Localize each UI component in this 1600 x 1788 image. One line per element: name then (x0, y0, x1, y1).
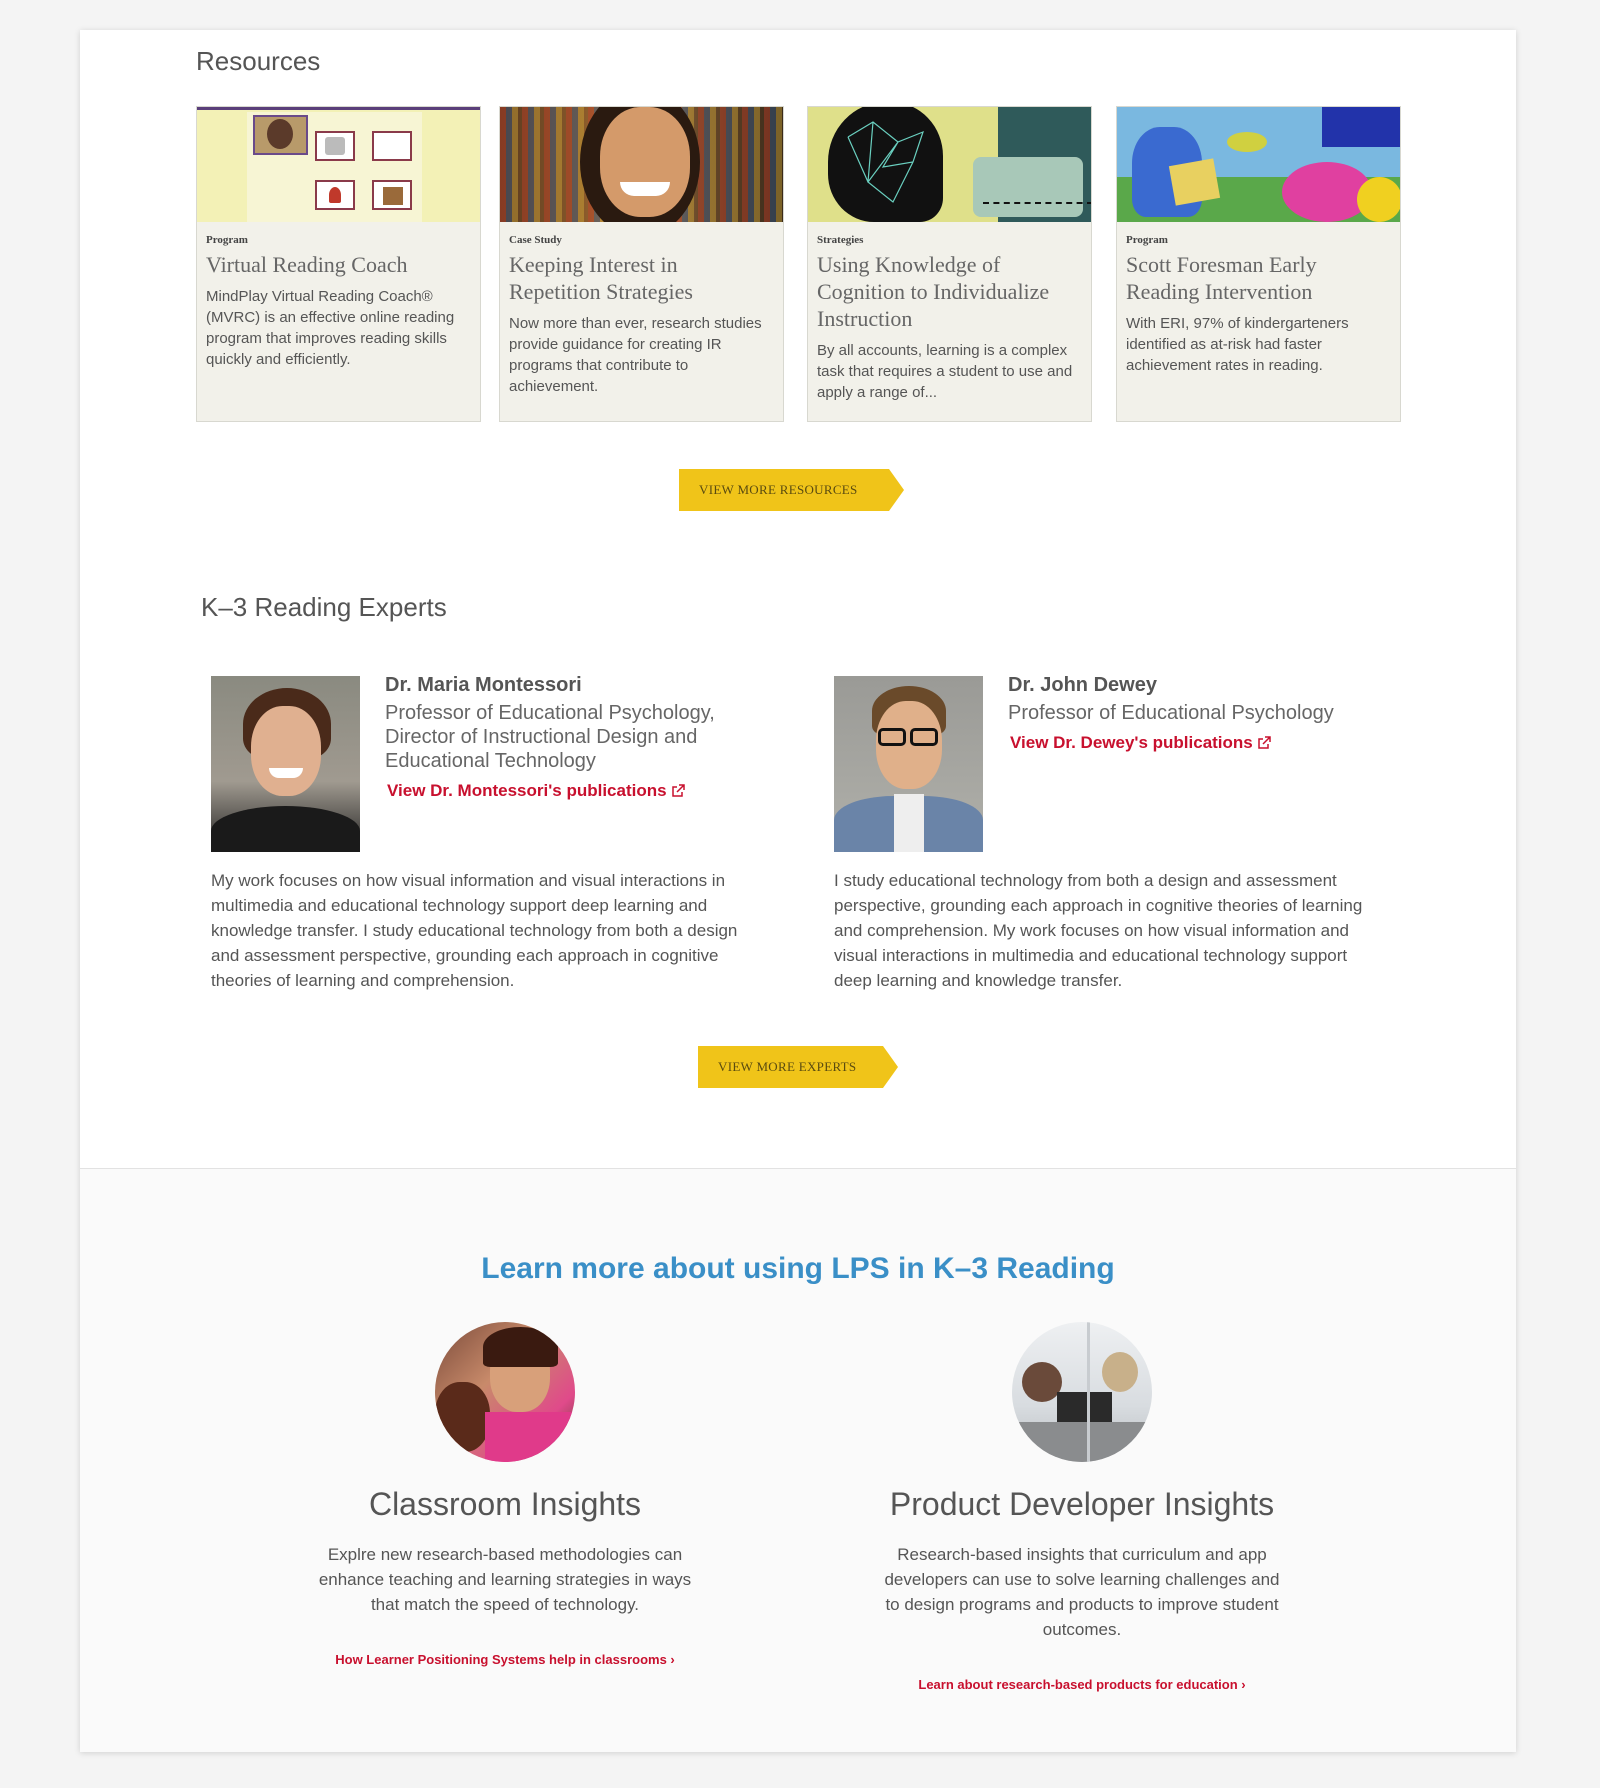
resource-card-keeping-interest[interactable]: Case Study Keeping Interest in Repetitio… (499, 106, 784, 422)
resources-title: Resources (196, 46, 321, 76)
page: Resources Program Virtual Reading Coach … (80, 30, 1516, 1752)
card-title[interactable]: Virtual Reading Coach (206, 251, 471, 278)
external-link-icon (1258, 736, 1271, 749)
card-title[interactable]: Using Knowledge of Cognition to Individu… (817, 251, 1082, 332)
card-type: Strategies (817, 234, 864, 246)
resource-card-knowledge-of-cognition[interactable]: Strategies Using Knowledge of Cognition … (807, 106, 1092, 422)
insight-description: Explre new research-based methodologies … (318, 1545, 692, 1614)
classroom-insights-image (435, 1322, 575, 1462)
external-link-icon (671, 784, 685, 797)
expert-role: Professor of Educational Psychology (1008, 702, 1334, 724)
card-type: Program (206, 234, 248, 246)
product-developer-insights-image (1012, 1322, 1152, 1462)
card-type: Case Study (509, 234, 562, 246)
dewey-publications-link[interactable]: View Dr. Dewey's publications (1010, 733, 1271, 753)
card-thumbnail (1117, 107, 1400, 222)
card-description: MindPlay Virtual Reading Coach® (MVRC) i… (206, 288, 455, 368)
insight-title: Classroom Insights (368, 1486, 642, 1522)
card-type: Program (1126, 234, 1168, 246)
card-title[interactable]: Scott Foresman Early Reading Interventio… (1126, 251, 1391, 305)
resource-card-virtual-reading-coach[interactable]: Program Virtual Reading Coach MindPlay V… (196, 106, 481, 422)
expert-name: Dr. Maria Montessori (385, 674, 582, 696)
view-more-experts-button[interactable]: VIEW MORE EXPERTS (698, 1046, 898, 1088)
expert-photo-montessori (211, 676, 360, 852)
card-title[interactable]: Keeping Interest in Repetition Strategie… (509, 251, 774, 305)
card-thumbnail (808, 107, 1091, 222)
view-more-resources-button[interactable]: VIEW MORE RESOURCES (679, 469, 904, 511)
card-description: With ERI, 97% of kindergarteners identif… (1126, 315, 1349, 374)
insight-description: Research-based insights that curriculum … (884, 1545, 1280, 1639)
card-thumbnail (197, 107, 480, 222)
product-developer-insights-link[interactable]: Learn about research-based products for … (832, 1677, 1332, 1692)
expert-name: Dr. John Dewey (1008, 674, 1157, 696)
classroom-insights-link[interactable]: How Learner Positioning Systems help in … (255, 1652, 755, 1667)
expert-role: Professor of Educational Psychology, Dir… (385, 702, 715, 772)
montessori-publications-link[interactable]: View Dr. Montessori's publications (387, 781, 685, 801)
expert-photo-dewey (834, 676, 983, 852)
card-description: Now more than ever, research studies pro… (509, 315, 762, 395)
resource-card-scott-foresman[interactable]: Program Scott Foresman Early Reading Int… (1116, 106, 1401, 422)
card-thumbnail (500, 107, 783, 222)
learn-more-title: Learn more about using LPS in K–3 Readin… (481, 1252, 1115, 1285)
insight-title: Product Developer Insights (889, 1486, 1275, 1522)
network-icon (847, 121, 924, 203)
expert-bio: My work focuses on how visual informatio… (211, 871, 738, 990)
card-description: By all accounts, learning is a complex t… (817, 342, 1073, 401)
expert-bio: I study educational technology from both… (834, 871, 1363, 990)
experts-title: K–3 Reading Experts (201, 592, 447, 622)
